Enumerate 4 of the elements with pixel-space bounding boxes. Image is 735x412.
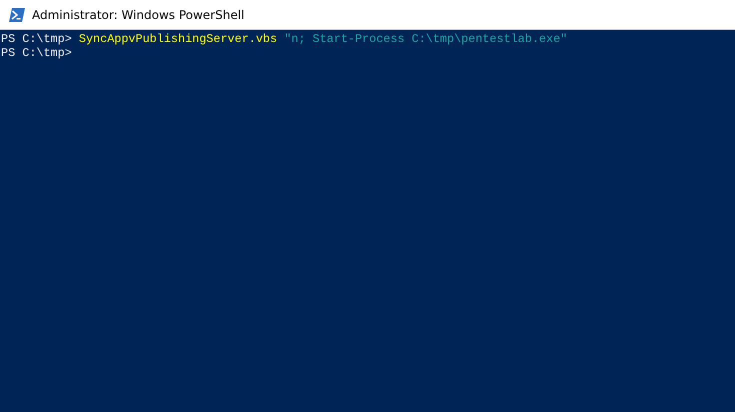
- console-line: PS C:\tmp>: [1, 46, 72, 60]
- window-title: Administrator: Windows PowerShell: [32, 8, 244, 22]
- console-line: PS C:\tmp> SyncAppvPublishingServer.vbs "n; Start-Process C:\tmp\pentestlab.exe": [1, 32, 568, 46]
- powershell-icon: [9, 8, 25, 22]
